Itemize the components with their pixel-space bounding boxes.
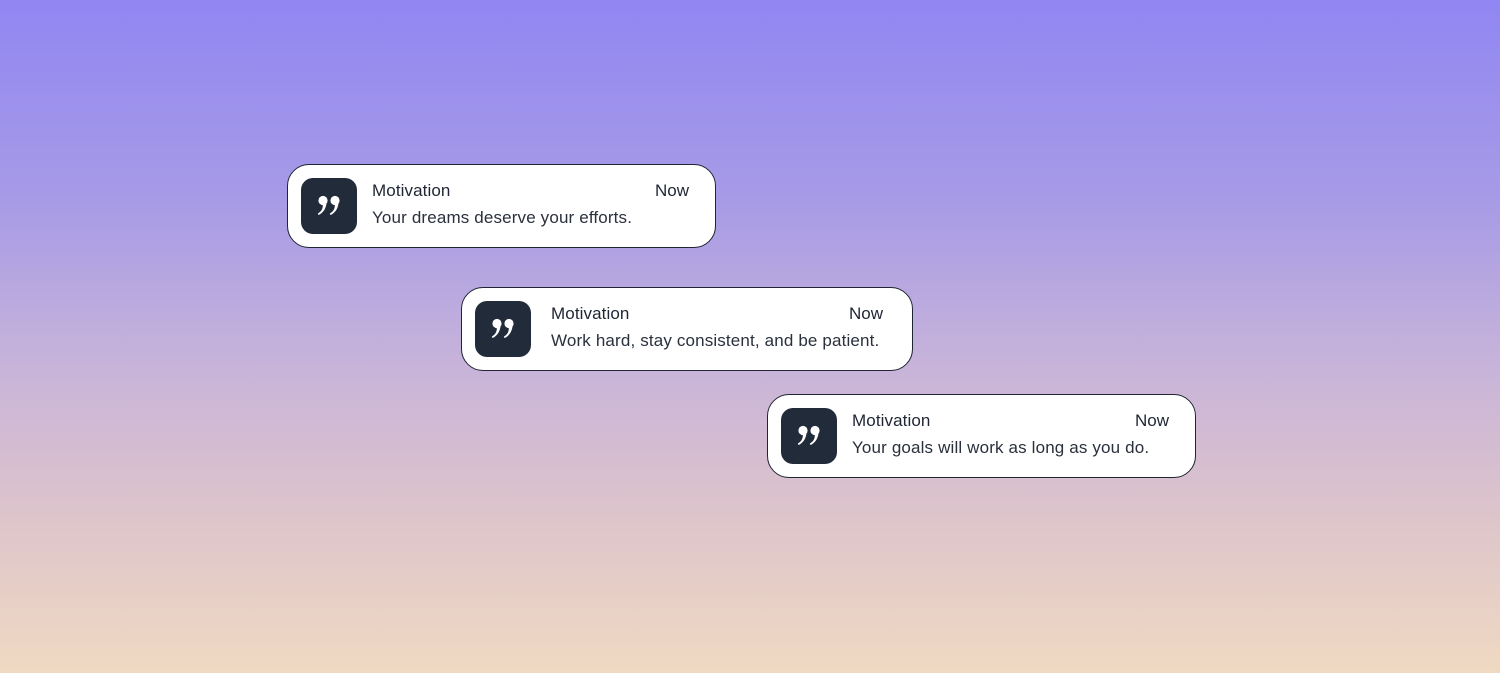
app-icon bbox=[301, 178, 357, 234]
app-icon bbox=[475, 301, 531, 357]
notification-message: Your goals will work as long as you do. bbox=[852, 438, 1150, 457]
notification-card[interactable]: Motivation Now Your dreams deserve your … bbox=[287, 164, 716, 248]
notification-message: Work hard, stay consistent, and be patie… bbox=[551, 331, 880, 350]
quote-icon bbox=[317, 195, 340, 215]
notification-message: Your dreams deserve your efforts. bbox=[372, 208, 633, 227]
notification-card[interactable]: Motivation Now Work hard, stay consisten… bbox=[461, 287, 913, 371]
app-name: Motivation bbox=[551, 304, 630, 323]
quote-icon bbox=[797, 425, 820, 445]
notification-time: Now bbox=[1134, 411, 1169, 430]
app-name: Motivation bbox=[852, 411, 931, 430]
notification-time: Now bbox=[654, 181, 689, 200]
app-name: Motivation bbox=[372, 181, 451, 200]
notification-time: Now bbox=[848, 304, 883, 323]
app-icon bbox=[781, 408, 837, 464]
quote-icon bbox=[491, 318, 514, 338]
notification-card[interactable]: Motivation Now Your goals will work as l… bbox=[767, 394, 1196, 478]
